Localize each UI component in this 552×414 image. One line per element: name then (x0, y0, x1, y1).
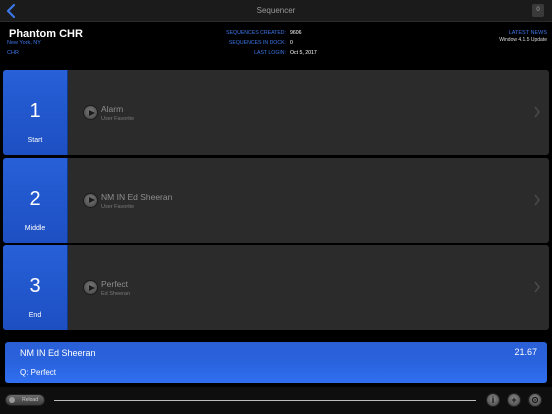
slot-number-tile[interactable]: 1 Start (3, 70, 68, 155)
slot-position-label: Start (27, 137, 43, 144)
reload-label: Reload (22, 397, 38, 403)
toggle-knob-icon (9, 397, 15, 403)
stat-row: SEQUENCES CREATED: 9606 (210, 30, 330, 40)
stat-value: 0 (290, 40, 293, 46)
station-format: CHR (7, 50, 19, 56)
now-playing-title: NM IN Ed Sheeran (20, 348, 96, 358)
sequence-slot-start[interactable]: 1 Start Alarm User Favorite (3, 70, 549, 155)
stat-row: LAST LOGIN: Oct 5, 2017 (210, 50, 330, 60)
slot-subtitle: User Favorite (101, 116, 135, 122)
stat-label: SEQUENCES CREATED: (226, 30, 286, 36)
sequence-slot-end[interactable]: 3 End Perfect Ed Sheeran (3, 245, 549, 330)
now-playing-time: 21.67 (514, 347, 537, 357)
station-header: Phantom CHR New York, NY CHR SEQUENCES C… (0, 22, 552, 64)
stats-block: SEQUENCES CREATED: 9606 SEQUENCES IN DOC… (210, 30, 330, 60)
slot-position-label: Middle (24, 224, 46, 232)
sequence-slot-middle[interactable]: 2 Middle NM IN Ed Sheeran User Favorite (3, 157, 549, 243)
news-ticker: Window 4.1.5 Update (499, 37, 547, 43)
play-icon[interactable] (83, 105, 98, 120)
slot-subtitle: Ed Sheeran (101, 291, 131, 297)
slot-number-tile[interactable]: 2 Middle (3, 157, 68, 243)
nav-title: Sequencer (256, 6, 296, 15)
stat-row: SEQUENCES IN DOCK: 0 (210, 40, 330, 50)
stat-label: SEQUENCES IN DOCK: (228, 40, 286, 46)
progress-scrubber[interactable] (54, 400, 476, 401)
plus-icon[interactable]: + (507, 393, 521, 407)
slot-number: 2 (29, 187, 41, 210)
station-name: Phantom CHR (9, 28, 83, 40)
slot-title: Alarm (101, 104, 124, 114)
latest-news-link[interactable]: LATEST NEWS (509, 30, 547, 36)
station-location: New York, NY (7, 40, 41, 46)
slot-subtitle: User Favorite (101, 203, 135, 210)
info-icon[interactable]: i (486, 393, 500, 407)
now-playing-bar[interactable]: NM IN Ed Sheeran 21.67 Q: Perfect (5, 342, 547, 383)
play-icon[interactable] (83, 192, 98, 208)
reload-toggle-button[interactable]: Reload (5, 394, 45, 406)
gear-icon[interactable] (528, 393, 542, 407)
next-up-label: Q: Perfect (20, 368, 57, 377)
stat-value: Oct 5, 2017 (290, 50, 317, 56)
chevron-right-icon (534, 106, 540, 118)
chevron-right-icon (534, 194, 540, 205)
slot-number: 3 (29, 275, 41, 297)
stat-label: LAST LOGIN: (254, 50, 286, 56)
nav-badge-button[interactable]: 0 (532, 4, 544, 17)
stat-value: 9606 (290, 30, 302, 36)
chevron-right-icon (534, 281, 540, 293)
sequence-slots: 1 Start Alarm User Favorite 2 Middle NM … (3, 70, 549, 333)
slot-number: 1 (29, 100, 41, 122)
bottom-toolbar: Reload i + (0, 387, 552, 414)
slot-title: NM IN Ed Sheeran (101, 191, 173, 202)
play-icon[interactable] (83, 280, 98, 295)
nav-bar: Sequencer 0 (0, 0, 552, 22)
slot-position-label: End (28, 312, 42, 319)
slot-title: Perfect (101, 279, 128, 289)
slot-number-tile[interactable]: 3 End (3, 245, 68, 330)
